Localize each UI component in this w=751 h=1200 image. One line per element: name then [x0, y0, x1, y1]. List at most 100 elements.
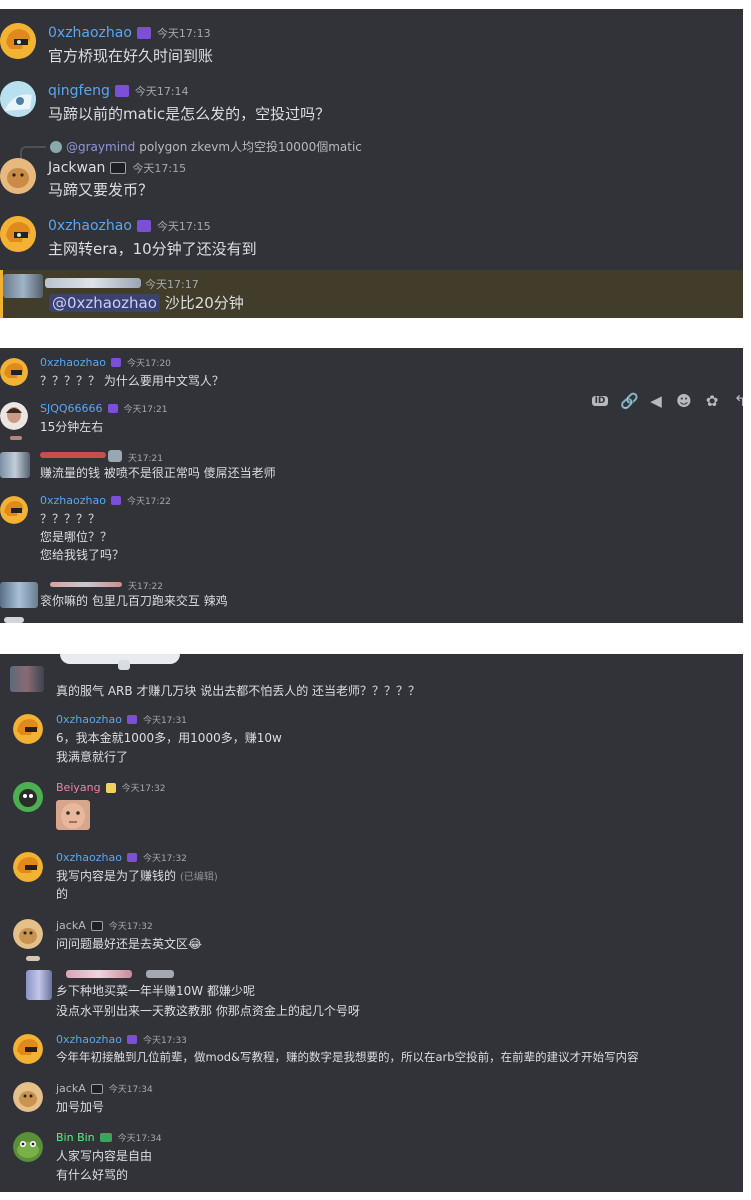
message-text: 赚流量的钱 被喷不是很正常吗 傻屌还当老师 [40, 466, 276, 480]
dog-avatar-icon [13, 1082, 43, 1112]
message-line: 您是哪位？？ [40, 530, 113, 544]
redacted-avatar [0, 582, 38, 608]
avatar[interactable] [13, 782, 43, 812]
redacted-username [40, 452, 106, 458]
avatar[interactable] [0, 23, 36, 59]
helmet-avatar-icon [13, 714, 43, 744]
timestamp: 今天17:15 [156, 220, 211, 233]
role-badge-icon [105, 782, 116, 793]
redacted-avatar [10, 666, 44, 692]
message: jackA 今天17:34 加号加号 [0, 1082, 743, 1128]
message-text: 今年年初接触到几位前辈，做mod&写教程，赚的数字是我想要的，所以在arb空投前… [56, 1050, 639, 1064]
message: @graymind polygon zkevm人均空投10000個matic J… [0, 136, 743, 206]
message-text: 官方桥现在好久时间到账 [48, 47, 214, 65]
timestamp: 今天17:32 [121, 784, 166, 794]
timestamp: 今天17:34 [117, 1134, 162, 1144]
username[interactable]: 0xzhaozhao [40, 356, 106, 369]
role-badge-icon [110, 496, 121, 505]
role-badge-icon [110, 358, 121, 367]
message-text: 加号加号 [56, 1100, 105, 1114]
role-badge-icon [126, 853, 137, 862]
avatar[interactable] [0, 81, 36, 117]
message-text: 马蹄以前的matic是怎么发的，空投过吗？ [48, 105, 331, 123]
role-badge-icon [90, 920, 103, 931]
dog-avatar-icon [0, 158, 36, 194]
avatar[interactable] [13, 1034, 43, 1064]
role-badge-icon [136, 27, 151, 39]
message-body: 沙比20分钟 [164, 294, 244, 312]
redacted-fragment [10, 436, 22, 440]
message-text: ？？？？？ 为什么要用中文骂人？ [40, 374, 224, 388]
dog-avatar-icon [13, 919, 43, 949]
message-text: 问问题最好还是去英文区😂 [56, 937, 203, 951]
helmet-avatar-icon [0, 216, 36, 252]
message-line: 您给我钱了吗？ [40, 548, 125, 562]
redacted-timestamp [146, 970, 174, 978]
avatar[interactable] [0, 216, 36, 252]
user-mention[interactable]: @0xzhaozhao [49, 294, 160, 312]
username[interactable]: Beiyang [56, 781, 101, 794]
role-badge-icon [136, 220, 151, 232]
avatar[interactable] [13, 919, 43, 949]
message: SJQQ66666 今天17:21 15分钟左右 [0, 402, 743, 442]
username[interactable]: 0xzhaozhao [56, 713, 122, 726]
avatar[interactable] [0, 496, 28, 524]
reply-mention[interactable]: @graymind [66, 140, 135, 154]
timestamp: 今天17:32 [142, 854, 187, 864]
timestamp: 今天17:13 [156, 27, 211, 40]
avatar[interactable] [0, 158, 36, 194]
role-badge-icon [126, 715, 137, 724]
message-line: ？？？？？ [40, 512, 101, 526]
avatar[interactable] [13, 714, 43, 744]
username[interactable]: jackA [56, 1082, 86, 1095]
timestamp: 今天17:33 [142, 1036, 187, 1046]
message: jackA 今天17:32 问问题最好还是去英文区😂 [0, 918, 743, 968]
username[interactable]: Jackwan [48, 160, 105, 176]
message-text: 真的服气 ARB 才赚几万块 说出去都不怕丢人的 还当老师？？？？？ [56, 684, 421, 698]
helmet-avatar-icon [0, 496, 28, 524]
message-line: 我满意就行了 [56, 750, 129, 764]
username[interactable]: qingfeng [48, 83, 110, 99]
redacted-avatar [26, 970, 52, 1000]
redacted-fragment [118, 660, 130, 670]
username[interactable]: 0xzhaozhao [40, 494, 106, 507]
helmet-avatar-icon [0, 23, 36, 59]
message-line: 我写内容是为了赚钱的 (已编辑) [56, 867, 218, 884]
avatar[interactable] [13, 852, 43, 882]
role-badge-icon [107, 404, 118, 413]
avatar[interactable] [13, 1082, 43, 1112]
chat-screenshot-1: 0xzhaozhao 今天17:13 官方桥现在好久时间到账 qingfeng … [0, 9, 743, 318]
redacted-fragment [26, 956, 40, 961]
username[interactable]: SJQQ66666 [40, 402, 103, 415]
avatar[interactable] [0, 358, 28, 386]
helmet-avatar-icon [13, 852, 43, 882]
username[interactable]: jackA [56, 919, 86, 932]
message-line: 有什么好骂的 [56, 1168, 129, 1182]
helmet-avatar-icon [13, 1034, 43, 1064]
timestamp: 今天17:20 [126, 359, 171, 369]
message-text: 马蹄又要发币？ [48, 181, 154, 199]
message: 0xzhaozhao 今天17:22 ？？？？？ 您是哪位？？ 您给我钱了吗？ [0, 494, 743, 564]
username[interactable]: Bin Bin [56, 1131, 95, 1144]
avatar[interactable] [0, 402, 28, 430]
avatar[interactable] [13, 1132, 43, 1162]
role-badge-icon [114, 85, 129, 97]
message: 0xzhaozhao 今天17:33 今年年初接触到几位前辈，做mod&写教程，… [0, 1032, 743, 1078]
frog-avatar-icon [13, 1132, 43, 1162]
username[interactable]: 0xzhaozhao [48, 25, 132, 41]
username[interactable]: 0xzhaozhao [56, 1033, 122, 1046]
timestamp: 天17:22 [128, 582, 163, 592]
timestamp: 今天17:22 [126, 497, 171, 507]
face-sticker-icon [56, 800, 90, 830]
username[interactable]: 0xzhaozhao [48, 218, 132, 234]
timestamp: 今天17:15 [132, 162, 187, 175]
person-avatar-icon [0, 402, 28, 430]
message: 0xzhaozhao 今天17:32 我写内容是为了赚钱的 (已编辑) 的 [0, 850, 743, 901]
message: 0xzhaozhao 今天17:31 6，我本金就1000多，用1000多，赚1… [0, 712, 743, 772]
message-text: 衮你嘛的 包里几百刀跑来交互 辣鸡 [40, 594, 228, 608]
role-badge-icon [90, 1083, 103, 1094]
sticker-image[interactable] [56, 800, 90, 830]
redacted-badge [108, 450, 122, 462]
username[interactable]: 0xzhaozhao [56, 851, 122, 864]
reply-preview-text[interactable]: polygon zkevm人均空投10000個matic [139, 138, 362, 155]
